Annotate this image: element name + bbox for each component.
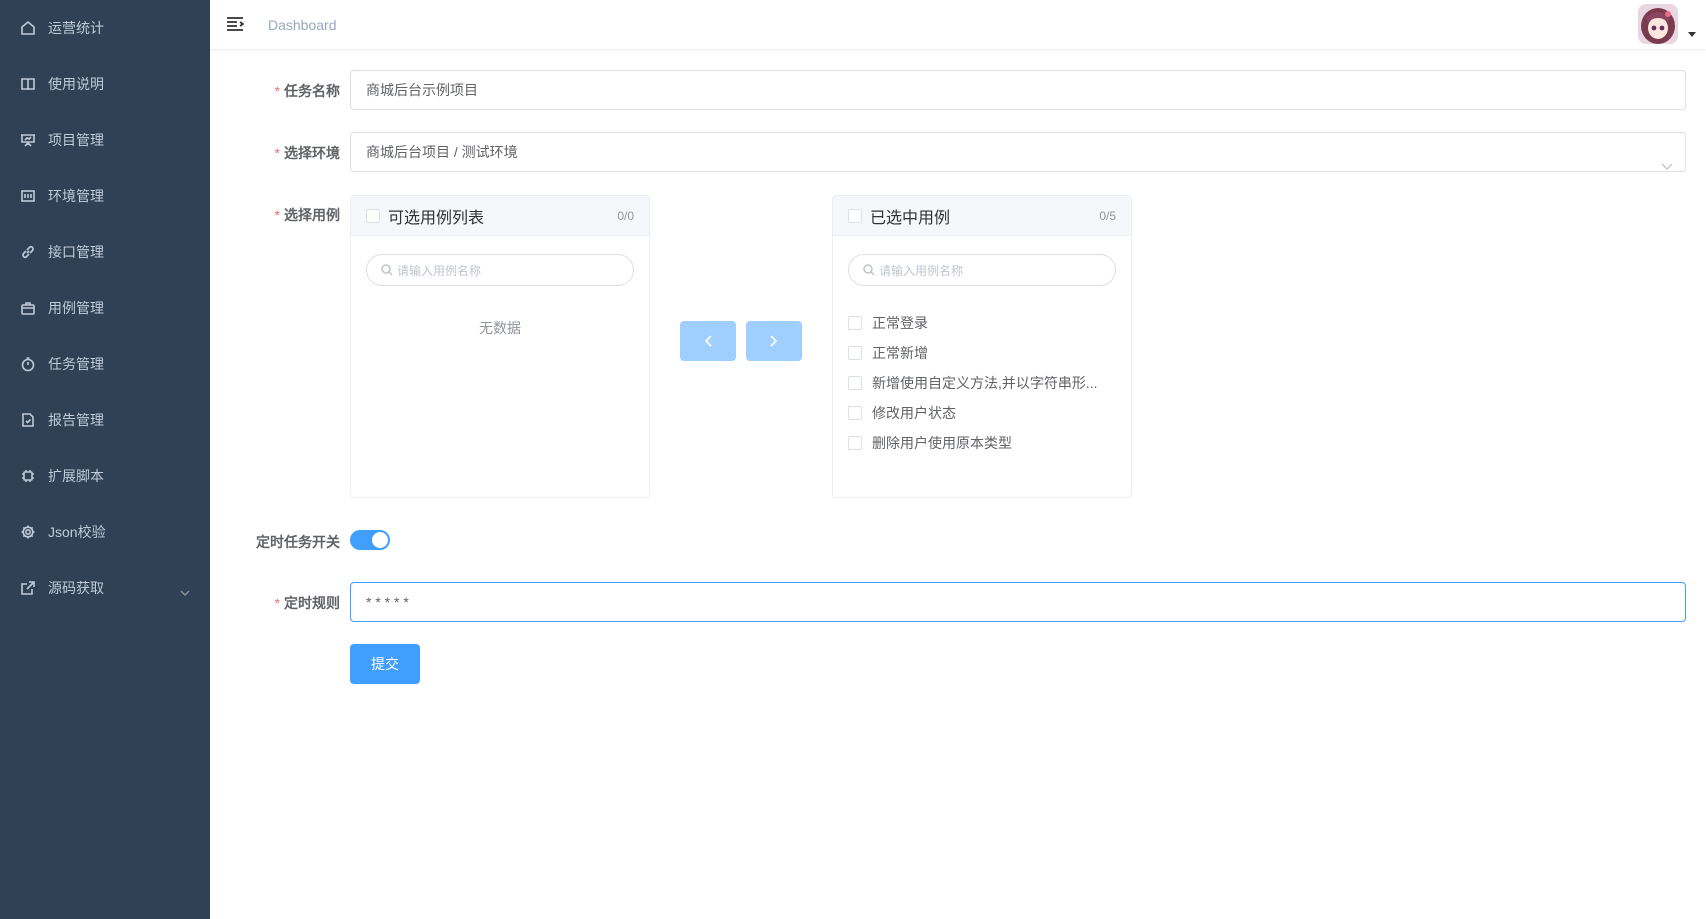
transfer-left-header: 可选用例列表 0/0 bbox=[351, 196, 649, 236]
transfer-right-panel: 已选中用例 0/5 请输入用例名称 正常登录 正常新增 新增使用自定义方法,并以… bbox=[832, 195, 1132, 498]
external-link-icon bbox=[20, 580, 36, 596]
environment-label: * 选择环境 bbox=[274, 145, 340, 161]
chevron-left-icon bbox=[704, 335, 712, 347]
sidebar-item-scripts[interactable]: 扩展脚本 bbox=[0, 448, 210, 504]
list-item[interactable]: 正常新增 bbox=[833, 338, 1131, 368]
sidebar-item-label: 项目管理 bbox=[48, 132, 104, 148]
briefcase-icon bbox=[20, 300, 36, 316]
transfer-to-right-button[interactable] bbox=[746, 321, 802, 361]
transfer-left-panel: 可选用例列表 0/0 请输入用例名称 无数据 bbox=[350, 195, 650, 498]
book-icon bbox=[20, 76, 36, 92]
switch-knob bbox=[372, 532, 388, 548]
list-item[interactable]: 删除用户使用原本类型 bbox=[833, 428, 1131, 458]
item-checkbox[interactable] bbox=[848, 436, 862, 450]
transfer-left-search-input[interactable]: 请输入用例名称 bbox=[366, 254, 634, 286]
sidebar-item-label: 任务管理 bbox=[48, 356, 104, 372]
transfer-right-header: 已选中用例 0/5 bbox=[833, 196, 1131, 236]
sidebar-item-label: 使用说明 bbox=[48, 76, 104, 92]
sidebar-item-docs[interactable]: 使用说明 bbox=[0, 56, 210, 112]
transfer-right-search-input[interactable]: 请输入用例名称 bbox=[848, 254, 1116, 286]
transfer-right-count: 0/5 bbox=[1099, 208, 1116, 223]
search-icon bbox=[381, 264, 393, 276]
select-all-checkbox[interactable] bbox=[366, 208, 380, 223]
sidebar-item-label: 源码获取 bbox=[48, 580, 104, 596]
list-item[interactable]: 正常登录 bbox=[833, 308, 1131, 338]
transfer-left-title: 可选用例列表 bbox=[388, 209, 485, 227]
search-icon bbox=[863, 264, 875, 276]
sidebar: 运营统计 使用说明 项目管理 环境管理 接口管理 用例管理 任务管理 报告管理 … bbox=[0, 0, 210, 919]
submit-button[interactable]: 提交 bbox=[350, 644, 420, 684]
environment-select[interactable]: 商城后台项目 / 测试环境 bbox=[350, 132, 1686, 172]
timer-switch-label: 定时任务开关 bbox=[256, 534, 340, 550]
chevron-right-icon bbox=[770, 335, 778, 347]
item-checkbox[interactable] bbox=[848, 376, 862, 390]
sidebar-item-label: Json校验 bbox=[48, 524, 106, 540]
sidebar-item-projects[interactable]: 项目管理 bbox=[0, 112, 210, 168]
sidebar-item-reports[interactable]: 报告管理 bbox=[0, 392, 210, 448]
cpu-icon bbox=[20, 468, 36, 484]
sidebar-item-tasks[interactable]: 任务管理 bbox=[0, 336, 210, 392]
timer-rule-label: * 定时规则 bbox=[274, 595, 340, 611]
list-item[interactable]: 新增使用自定义方法,并以字符串形... bbox=[833, 368, 1131, 398]
timer-rule-input[interactable]: * * * * * bbox=[350, 582, 1686, 622]
document-check-icon bbox=[20, 412, 36, 428]
terminal-icon bbox=[20, 188, 36, 204]
sidebar-item-environments[interactable]: 环境管理 bbox=[0, 168, 210, 224]
hamburger-toggle-icon[interactable] bbox=[226, 16, 245, 32]
link-icon bbox=[20, 244, 36, 260]
avatar[interactable] bbox=[1638, 4, 1678, 44]
caret-down-icon[interactable] bbox=[1688, 32, 1696, 37]
sidebar-item-label: 扩展脚本 bbox=[48, 468, 104, 484]
sidebar-item-stats[interactable]: 运营统计 bbox=[0, 0, 210, 56]
item-checkbox[interactable] bbox=[848, 406, 862, 420]
select-all-checkbox[interactable] bbox=[848, 208, 862, 223]
item-checkbox[interactable] bbox=[848, 346, 862, 360]
sidebar-item-label: 用例管理 bbox=[48, 300, 104, 316]
transfer-left-count: 0/0 bbox=[617, 208, 634, 223]
item-checkbox[interactable] bbox=[848, 316, 862, 330]
sidebar-item-json[interactable]: Json校验 bbox=[0, 504, 210, 560]
transfer-to-left-button[interactable] bbox=[680, 321, 736, 361]
chevron-down-icon bbox=[1661, 147, 1673, 185]
sidebar-item-label: 运营统计 bbox=[48, 20, 104, 36]
breadcrumb[interactable]: Dashboard bbox=[268, 17, 337, 33]
task-name-input[interactable]: 商城后台示例项目 bbox=[350, 70, 1686, 110]
cases-label: * 选择用例 bbox=[274, 207, 340, 223]
timer-switch[interactable] bbox=[350, 530, 390, 550]
transfer-right-title: 已选中用例 bbox=[870, 209, 951, 227]
sidebar-item-label: 环境管理 bbox=[48, 188, 104, 204]
timer-icon bbox=[20, 356, 36, 372]
list-item[interactable]: 修改用户状态 bbox=[833, 398, 1131, 428]
sidebar-item-apis[interactable]: 接口管理 bbox=[0, 224, 210, 280]
transfer-right-list: 正常登录 正常新增 新增使用自定义方法,并以字符串形... 修改用户状态 删除用… bbox=[833, 308, 1131, 458]
navbar: Dashboard bbox=[210, 0, 1706, 50]
sidebar-item-label: 报告管理 bbox=[48, 412, 104, 428]
sidebar-item-label: 接口管理 bbox=[48, 244, 104, 260]
task-name-label: * 任务名称 bbox=[274, 83, 340, 99]
chevron-down-icon bbox=[180, 584, 190, 600]
presentation-icon bbox=[20, 132, 36, 148]
sidebar-item-source[interactable]: 源码获取 bbox=[0, 560, 210, 616]
home-icon bbox=[20, 20, 36, 36]
sidebar-item-cases[interactable]: 用例管理 bbox=[0, 280, 210, 336]
gear-icon bbox=[20, 524, 36, 540]
transfer-left-empty-text: 无数据 bbox=[479, 320, 521, 336]
